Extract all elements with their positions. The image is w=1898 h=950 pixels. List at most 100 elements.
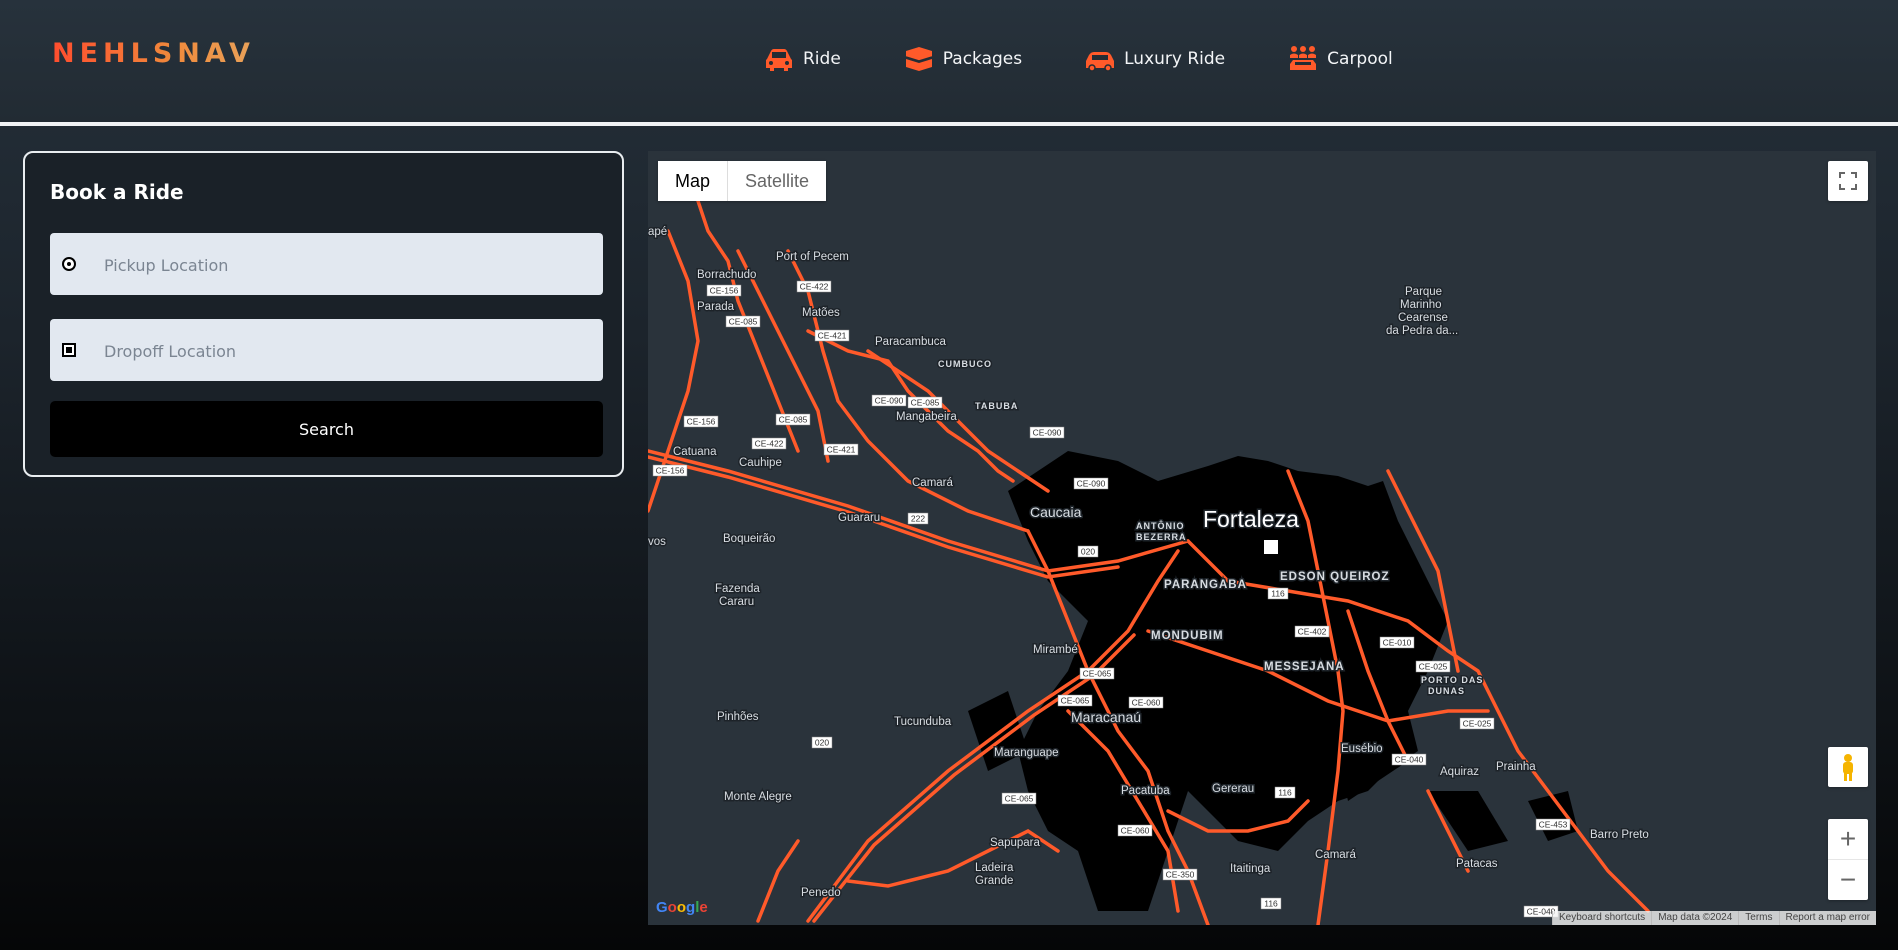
svg-text:116: 116 [1278,788,1292,798]
label-mondubim: MONDUBIM [1151,630,1224,642]
logo[interactable]: NEHLSNAV [52,38,255,69]
shield-116a: 116 [1267,587,1289,600]
shield-ce090b: CE-090 [1029,426,1065,439]
label-parangaba: PARANGABA [1164,579,1247,591]
street-view-pegman[interactable] [1828,747,1868,787]
label-paracambuca: Paracambuca [875,336,947,348]
pickup-input[interactable] [102,233,586,297]
label-tucunduba: Tucunduba [894,716,952,728]
shield-ce422b: CE-422 [751,437,787,450]
map-data-text: Map data ©2024 [1651,911,1738,925]
nav-carpool-label: Carpool [1327,49,1393,69]
main-nav: Ride Packages Luxury Ride Carpool [763,44,1455,74]
svg-text:222: 222 [911,514,925,524]
label-sapupara: Sapupara [990,837,1040,849]
svg-text:CE-085: CE-085 [779,415,808,425]
shield-116c: 116 [1260,897,1282,910]
label-parque-1: Parque [1405,286,1442,298]
svg-text:CE-156: CE-156 [687,417,716,427]
nav-ride-label: Ride [803,49,841,69]
svg-text:020: 020 [815,738,829,748]
label-catuana: Catuana [673,446,717,458]
label-parque-2: Marinho [1400,299,1442,311]
label-parque-4: da Pedra da... [1386,325,1458,337]
map-type-map-button[interactable]: Map [658,161,728,201]
label-antonio-2: BEZERRA [1136,532,1187,542]
dropoff-input[interactable] [102,319,586,383]
label-maracanau: Maracanaú [1071,709,1141,725]
shield-ce402: CE-402 [1294,625,1330,638]
svg-text:CE-090: CE-090 [1077,479,1106,489]
nav-ride[interactable]: Ride [763,44,841,74]
svg-text:CE-422: CE-422 [755,439,784,449]
zoom-in-button[interactable]: + [1828,819,1868,859]
svg-text:CE-421: CE-421 [818,331,847,341]
pickup-field [50,233,603,297]
pickup-dot-icon [62,257,76,271]
packages-icon [905,47,933,71]
svg-text:CE-065: CE-065 [1061,696,1090,706]
label-prainha: Prainha [1496,761,1536,773]
label-parque-3: Cearense [1398,312,1448,324]
carpool-icon [1290,46,1317,70]
map-canvas[interactable]: Fortaleza Caucaia Maracanaú Port of Pece… [648,151,1876,925]
label-caucaia: Caucaia [1030,504,1082,520]
header-divider [0,122,1898,126]
shield-ce350: CE-350 [1162,868,1198,881]
label-mirambe: Mirambé [1033,644,1078,656]
label-vos: vos [648,536,666,548]
shield-ce025a: CE-025 [1415,660,1451,673]
pegman-icon [1843,754,1853,781]
svg-text:CE-090: CE-090 [875,396,904,406]
shield-ce453: CE-453 [1535,818,1571,831]
svg-text:CE-156: CE-156 [656,466,685,476]
label-fazenda-1: Fazenda [715,583,760,595]
svg-text:CE-350: CE-350 [1166,870,1195,880]
map-view[interactable]: Fortaleza Caucaia Maracanaú Port of Pece… [648,151,1876,925]
shield-ce060a: CE-060 [1128,696,1164,709]
svg-text:116: 116 [1271,589,1285,599]
label-messejana: MESSEJANA [1264,661,1345,673]
label-fortaleza: Fortaleza [1203,506,1299,532]
report-error-link[interactable]: Report a map error [1778,911,1876,925]
shield-ce085b: CE-085 [907,396,943,409]
shield-ce085a: CE-085 [725,315,761,328]
svg-text:CE-065: CE-065 [1083,669,1112,679]
search-button[interactable]: Search [50,401,603,457]
label-antonio-1: ANTÔNIO [1136,520,1185,531]
shield-ce065a: CE-065 [1079,667,1115,680]
nav-luxury-ride[interactable]: Luxury Ride [1084,44,1225,74]
map-type-satellite-button[interactable]: Satellite [727,161,827,201]
svg-text:CE-065: CE-065 [1005,794,1034,804]
dropoff-square-icon [62,343,76,357]
svg-text:CE-085: CE-085 [911,398,940,408]
booking-title: Book a Ride [50,180,184,204]
header-bar: NEHLSNAV Ride Packages Luxury Ride Carpo… [0,0,1898,122]
nav-packages[interactable]: Packages [903,44,1022,74]
svg-text:CE-025: CE-025 [1419,662,1448,672]
terms-link[interactable]: Terms [1738,911,1778,925]
svg-text:CE-040: CE-040 [1395,755,1424,765]
label-boqueirao: Boqueirão [723,533,775,545]
label-parada: Parada [697,301,735,313]
label-ape: apé [648,226,667,238]
shield-020a: 020 [1077,545,1099,558]
label-port-pecem: Port of Pecem [776,251,849,263]
zoom-control: + − [1828,819,1868,900]
map-marker-square[interactable] [1264,540,1278,554]
map-attribution: Keyboard shortcuts Map data ©2024 Terms … [1552,911,1876,925]
svg-text:020: 020 [1081,547,1095,557]
zoom-out-button[interactable]: − [1828,860,1868,900]
car-icon [766,49,792,71]
nav-carpool[interactable]: Carpool [1287,44,1393,74]
label-aquiraz: Aquiraz [1440,766,1479,778]
label-porto-1: PORTO DAS [1421,675,1483,685]
google-logo[interactable]: Google [656,899,708,916]
svg-text:CE-010: CE-010 [1383,638,1412,648]
fullscreen-button[interactable] [1828,161,1868,201]
shield-ce065b: CE-065 [1057,694,1093,707]
keyboard-shortcuts-link[interactable]: Keyboard shortcuts [1552,911,1651,925]
shield-020b: 020 [811,736,833,749]
label-pinhoes: Pinhões [717,711,759,723]
label-matoes: Matões [802,307,840,319]
